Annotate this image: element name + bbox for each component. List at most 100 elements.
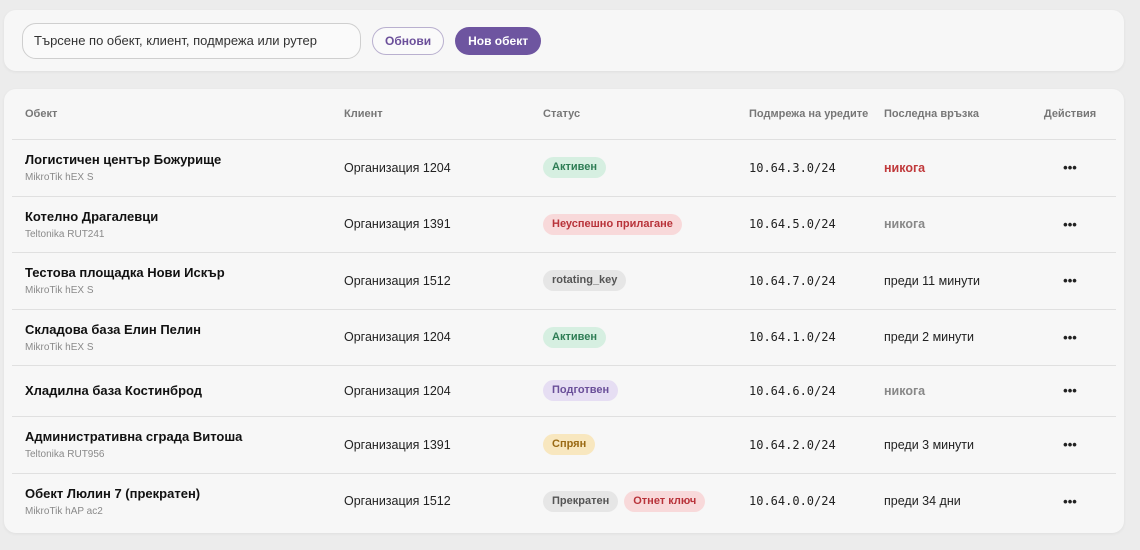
table-row[interactable]: Тестова площадка Нови Искър MikroTik hEX … <box>12 252 1116 310</box>
router-model: Teltonika RUT956 <box>25 449 105 460</box>
subnet-cell: 10.64.0.0/24 <box>749 473 884 529</box>
object-cell: Тестова площадка Нови Искър MikroTik hEX … <box>12 252 344 310</box>
status-badge: Неуспешно прилагане <box>543 213 682 235</box>
router-model: MikroTik hEX S <box>25 172 94 183</box>
column-header-object[interactable]: Обект <box>12 89 344 140</box>
more-actions-icon[interactable]: ••• <box>1063 383 1077 398</box>
object-cell: Логистичен център Божурище MikroTik hEX S <box>12 139 344 197</box>
objects-table: Обект Клиент Статус Подмрежа на уредите … <box>12 89 1116 529</box>
actions-cell: ••• <box>1024 416 1116 474</box>
router-model: MikroTik hEX S <box>25 341 94 353</box>
subnet-cell: 10.64.5.0/24 <box>749 196 884 253</box>
more-actions-icon[interactable]: ••• <box>1063 217 1077 232</box>
actions-cell: ••• <box>1024 309 1116 366</box>
last-connection: никога <box>884 383 926 398</box>
device-subnet: 10.64.3.0/24 <box>749 160 836 175</box>
table-row[interactable]: Складова база Елин Пелин MikroTik hEX S Ор… <box>12 309 1116 366</box>
client-name: Организация 1204 <box>344 330 451 344</box>
router-model: MikroTik hAP ac2 <box>25 505 103 517</box>
device-subnet: 10.64.0.0/24 <box>749 494 836 509</box>
object-name[interactable]: Обект Люлин 7 (прекратен) <box>25 486 344 501</box>
object-cell: Административна сграда Витоша Teltonika R… <box>12 416 344 474</box>
status-cell: Спрян <box>543 416 749 474</box>
status-cell: rotating_key <box>543 252 749 310</box>
actions-cell: ••• <box>1024 252 1116 310</box>
last-connection-cell: преди 3 минути <box>884 416 1024 474</box>
column-header-actions: Действия <box>1024 89 1116 140</box>
subnet-cell: 10.64.2.0/24 <box>749 416 884 474</box>
object-cell: Хладилна база Костинброд <box>12 365 344 417</box>
status-badge: Спрян <box>543 434 596 455</box>
column-header-last-connection[interactable]: Последна връзка <box>884 89 1024 140</box>
client-cell: Организация 1204 <box>344 365 543 417</box>
last-connection: преди 34 дни <box>884 494 961 509</box>
client-cell: Организация 1512 <box>344 252 543 310</box>
last-connection-cell: преди 34 дни <box>884 473 1024 529</box>
client-cell: Организация 1391 <box>344 196 543 253</box>
client-name: Организация 1204 <box>344 383 451 398</box>
status-cell: Подготвен <box>543 365 749 417</box>
client-cell: Организация 1204 <box>344 309 543 366</box>
search-input[interactable] <box>22 22 361 59</box>
new-object-button[interactable]: Нов обект <box>455 26 542 55</box>
object-name[interactable]: Административна сграда Витоша <box>25 429 344 444</box>
client-cell: Организация 1391 <box>344 416 543 474</box>
status-badge: Активен <box>543 157 606 178</box>
column-header-subnet[interactable]: Подмрежа на уредите <box>749 89 884 140</box>
device-subnet: 10.64.7.0/24 <box>749 273 836 288</box>
actions-cell: ••• <box>1024 365 1116 417</box>
client-name: Организация 1391 <box>344 217 451 231</box>
last-connection: преди 3 минути <box>884 437 975 452</box>
subnet-cell: 10.64.7.0/24 <box>749 252 884 310</box>
actions-cell: ••• <box>1024 139 1116 197</box>
device-subnet: 10.64.2.0/24 <box>749 437 836 452</box>
device-subnet: 10.64.1.0/24 <box>749 330 836 344</box>
subnet-cell: 10.64.1.0/24 <box>749 309 884 366</box>
subnet-cell: 10.64.6.0/24 <box>749 365 884 417</box>
last-connection: никога <box>884 160 926 175</box>
table-row[interactable]: Хладилна база Костинброд Организация 1204… <box>12 365 1116 417</box>
object-name[interactable]: Тестова площадка Нови Искър <box>25 265 344 280</box>
last-connection-cell: преди 11 минути <box>884 252 1024 310</box>
actions-cell: ••• <box>1024 473 1116 529</box>
object-name[interactable]: Хладилна база Костинброд <box>25 383 344 398</box>
client-name: Организация 1391 <box>344 437 451 452</box>
objects-table-panel: Обект Клиент Статус Подмрежа на уредите … <box>4 89 1124 533</box>
table-row[interactable]: Обект Люлин 7 (прекратен) MikroTik hAP ac… <box>12 473 1116 529</box>
device-subnet: 10.64.5.0/24 <box>749 217 836 231</box>
last-connection-cell: преди 2 минути <box>884 309 1024 366</box>
status-badge: Активен <box>543 326 606 348</box>
last-connection: никога <box>884 217 926 231</box>
table-row[interactable]: Логистичен център Божурище MikroTik hEX S… <box>12 139 1116 197</box>
client-cell: Организация 1512 <box>344 473 543 529</box>
status-badge: Отнет ключ <box>624 490 706 512</box>
last-connection-cell: никога <box>884 365 1024 417</box>
toolbar: Обнови Нов обект <box>4 10 1124 71</box>
actions-cell: ••• <box>1024 196 1116 253</box>
subnet-cell: 10.64.3.0/24 <box>749 139 884 197</box>
more-actions-icon[interactable]: ••• <box>1063 437 1077 452</box>
last-connection-cell: никога <box>884 139 1024 197</box>
last-connection: преди 2 минути <box>884 330 975 344</box>
object-name[interactable]: Котелно Драгалевци <box>25 209 344 224</box>
object-name[interactable]: Логистичен център Божурище <box>25 152 344 167</box>
more-actions-icon[interactable]: ••• <box>1063 273 1077 288</box>
more-actions-icon[interactable]: ••• <box>1063 330 1077 345</box>
column-header-status[interactable]: Статус <box>543 89 749 140</box>
column-header-client[interactable]: Клиент <box>344 89 543 140</box>
object-cell: Обект Люлин 7 (прекратен) MikroTik hAP ac… <box>12 473 344 529</box>
table-row[interactable]: Котелно Драгалевци Teltonika RUT241 Органи… <box>12 196 1116 253</box>
object-cell: Складова база Елин Пелин MikroTik hEX S <box>12 309 344 366</box>
refresh-button[interactable]: Обнови <box>372 26 445 55</box>
more-actions-icon[interactable]: ••• <box>1063 160 1077 175</box>
more-actions-icon[interactable]: ••• <box>1063 494 1077 509</box>
table-row[interactable]: Административна сграда Витоша Teltonika R… <box>12 416 1116 474</box>
status-cell: Активен <box>543 309 749 366</box>
status-cell: Неуспешно прилагане <box>543 196 749 253</box>
object-name[interactable]: Складова база Елин Пелин <box>25 322 344 337</box>
object-cell: Котелно Драгалевци Teltonika RUT241 <box>12 196 344 253</box>
status-badge: Прекратен <box>543 490 619 512</box>
device-subnet: 10.64.6.0/24 <box>749 383 836 398</box>
status-cell: Активен <box>543 139 749 197</box>
status-cell: Прекратен Отнет ключ <box>543 473 749 529</box>
